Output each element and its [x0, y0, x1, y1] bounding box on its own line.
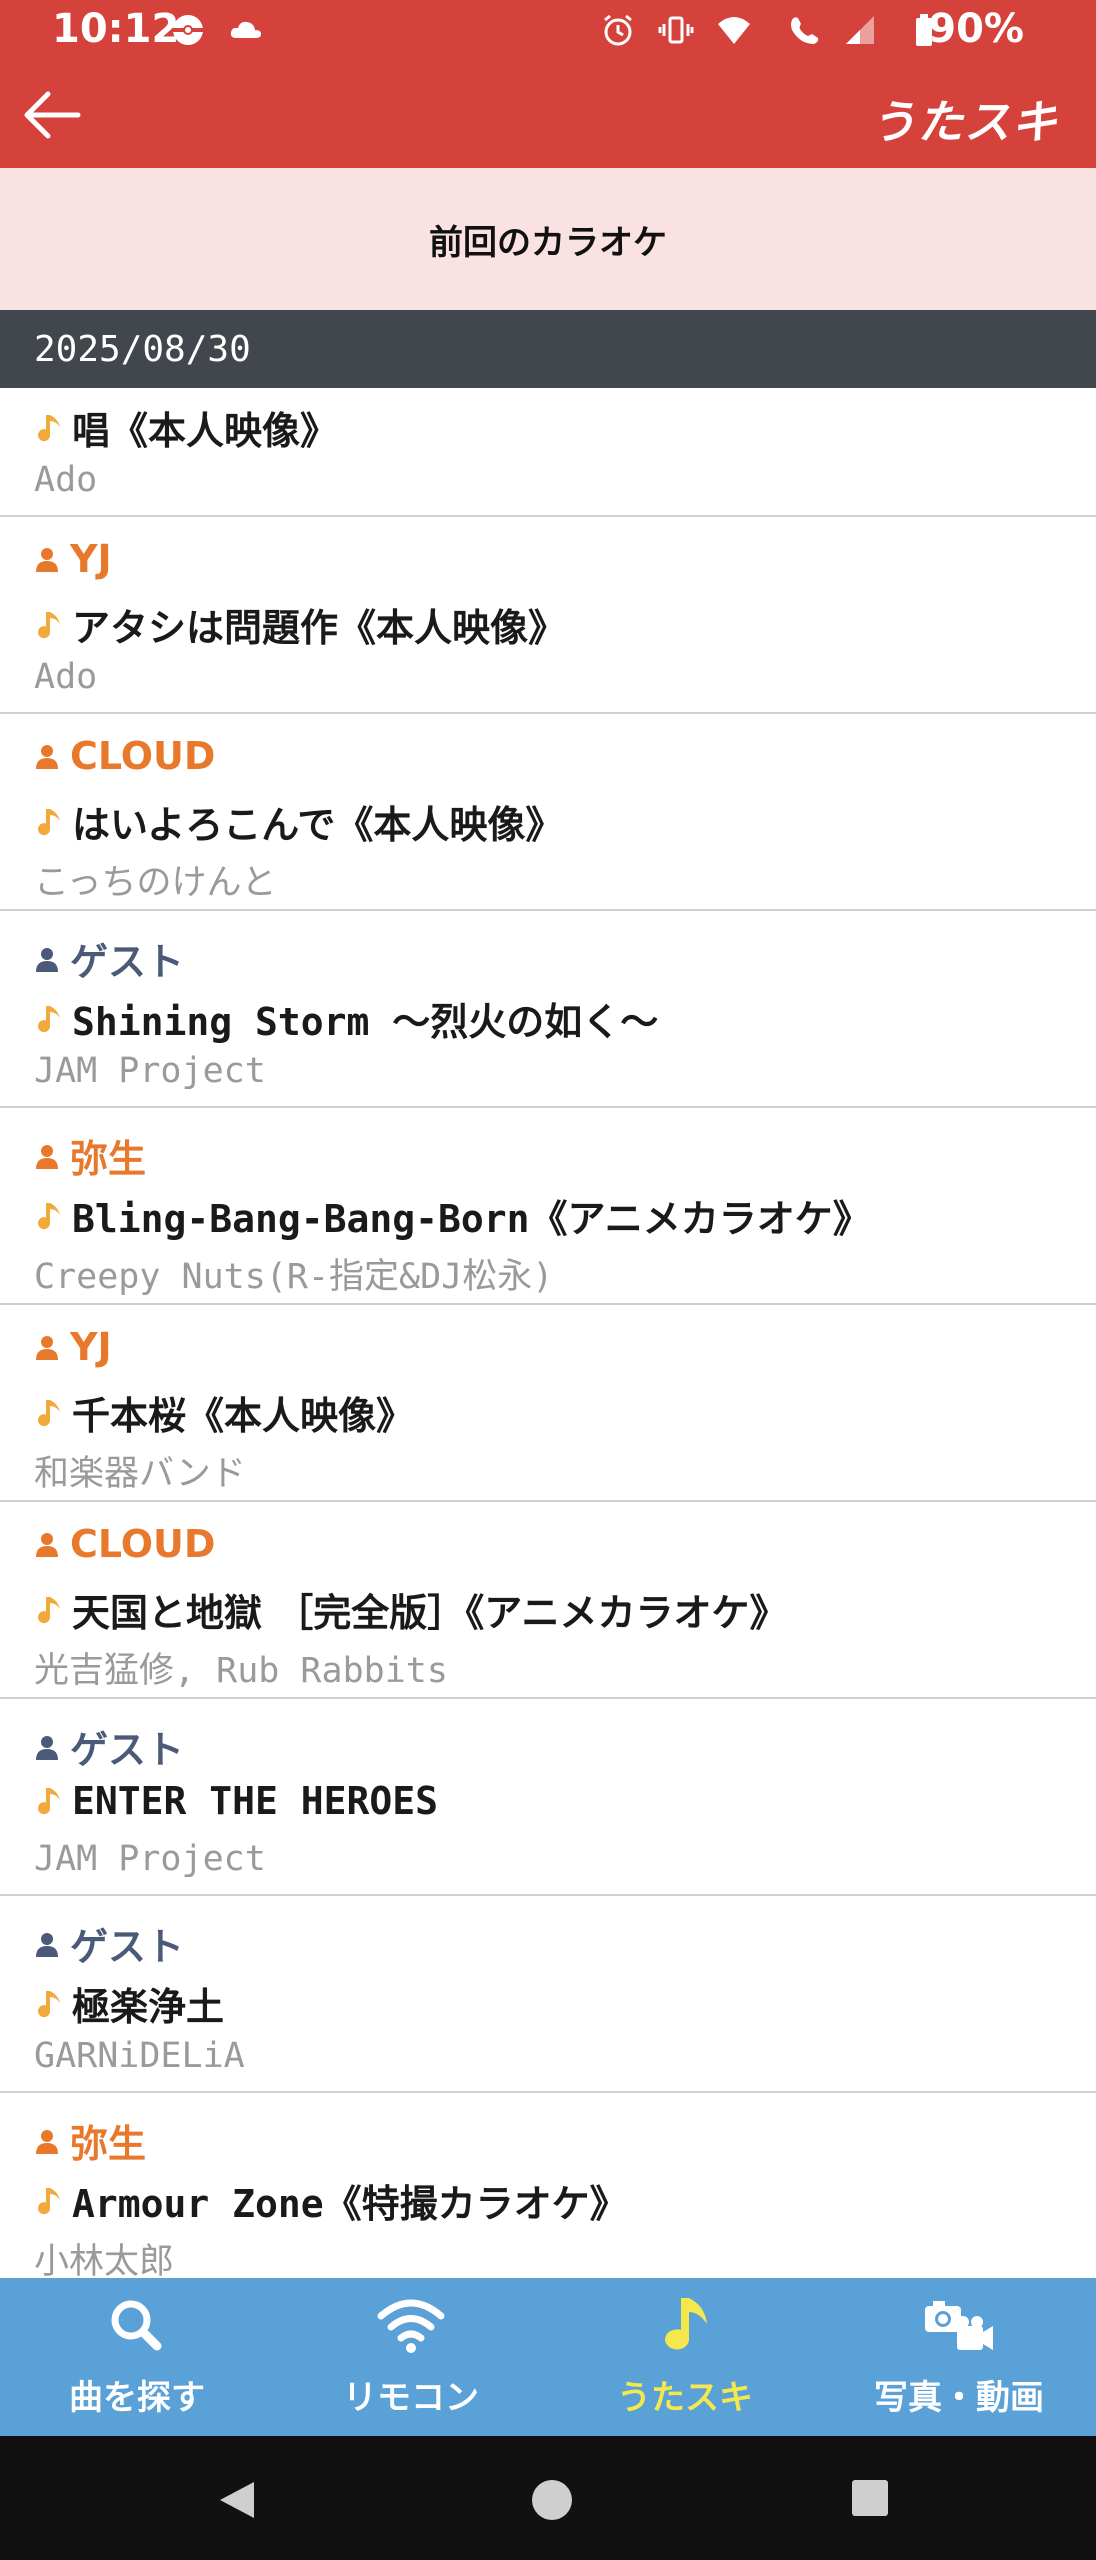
cloud-icon — [230, 21, 261, 38]
nav-label: うたスキ — [617, 2378, 753, 2418]
artist-name: JAM Project — [34, 1839, 266, 1879]
back-arrow-icon[interactable] — [18, 84, 88, 146]
nav-label: 曲を探す — [69, 2378, 205, 2418]
list-item[interactable]: YJ 千本桜《本人映像》 和楽器バンド — [0, 1305, 1096, 1502]
person-icon — [36, 548, 58, 572]
song-title: 極楽浄土 — [72, 1985, 225, 2029]
song-title: Bling-Bang-Bang-Born《アニメカラオケ》 — [72, 1197, 871, 1241]
singer-name: ゲスト — [70, 940, 185, 984]
battery-percent: 90% — [928, 6, 1024, 52]
nav-label: リモコン — [343, 2378, 479, 2418]
music-note-icon — [38, 611, 60, 638]
nav-utasuki[interactable]: うたスキ — [548, 2278, 822, 2436]
singer-name: ゲスト — [70, 1925, 185, 1969]
singer-name: 弥生 — [70, 1137, 147, 1181]
recents-square-icon[interactable] — [850, 2478, 890, 2518]
song-title: 天国と地獄 ［完全版］《アニメカラオケ》 — [72, 1591, 788, 1635]
nav-label: 写真・動画 — [874, 2378, 1044, 2418]
wifi-icon — [377, 2299, 445, 2353]
music-note-icon — [38, 1399, 60, 1426]
song-title: Shining Storm ～烈火の如く～ — [72, 1000, 659, 1044]
artist-name: Ado — [34, 460, 98, 500]
list-item[interactable]: CLOUD はいよろこんで《本人映像》 こっちのけんと — [0, 714, 1096, 911]
person-icon — [36, 1533, 58, 1557]
singer-name: CLOUD — [70, 1522, 216, 1566]
person-icon — [36, 1144, 58, 1169]
artist-name: 小林太郎 — [34, 2242, 175, 2278]
singer-name: YJ — [70, 537, 112, 581]
person-icon — [36, 1735, 58, 1760]
list-item[interactable]: 弥生 Armour Zone《特撮カラオケ》 小林太郎 — [0, 2093, 1096, 2278]
list-item[interactable]: 唱《本人映像》 Ado — [0, 388, 1096, 517]
nav-remote[interactable]: リモコン — [274, 2278, 548, 2436]
list-item[interactable]: ゲスト 極楽浄土 GARNiDELiA — [0, 1896, 1096, 2093]
singer-name: ゲスト — [70, 1728, 185, 1772]
music-note-icon — [38, 808, 60, 835]
camera-video-icon — [925, 2301, 993, 2350]
music-note-icon — [38, 2187, 60, 2214]
system-navigation-bar — [0, 2436, 1096, 2560]
history-list: 唱《本人映像》 Ado YJ アタシは問題作《本人映像》 Ado CLOUD は… — [0, 388, 1096, 2278]
signal-icon — [846, 16, 874, 44]
pokeball-icon — [173, 15, 203, 45]
song-title: はいよろこんで《本人映像》 — [72, 803, 564, 847]
music-note-icon — [38, 1788, 60, 1815]
wifi-call-icon — [791, 17, 819, 44]
list-item[interactable]: CLOUD 天国と地獄 ［完全版］《アニメカラオケ》 光吉猛修, Rub Rab… — [0, 1502, 1096, 1699]
nav-photo-video[interactable]: 写真・動画 — [822, 2278, 1096, 2436]
back-triangle-icon[interactable] — [214, 2478, 258, 2522]
date-header: 2025/08/30 — [0, 310, 1096, 388]
artist-name: GARNiDELiA — [34, 2036, 245, 2076]
wifi-status-icon — [718, 17, 750, 44]
song-title: 唱《本人映像》 — [72, 409, 339, 453]
bottom-navigation: 曲を探す リモコン うたスキ 写真・動画 — [0, 2278, 1096, 2436]
person-icon — [36, 1932, 58, 1957]
list-item[interactable]: YJ アタシは問題作《本人映像》 Ado — [0, 517, 1096, 714]
search-icon — [111, 2300, 162, 2351]
app-header: うたスキ — [0, 62, 1096, 168]
singer-name: YJ — [70, 1325, 112, 1369]
music-note-icon — [665, 2298, 707, 2350]
artist-name: Ado — [34, 657, 98, 697]
artist-name: 和楽器バンド — [34, 1454, 246, 1494]
singer-name: CLOUD — [70, 734, 216, 778]
music-note-icon — [38, 1596, 60, 1623]
person-icon — [36, 947, 58, 972]
person-icon — [36, 745, 58, 769]
person-icon — [36, 2129, 58, 2154]
page-title: 前回のカラオケ — [0, 168, 1096, 310]
music-note-icon — [38, 414, 60, 441]
song-title: アタシは問題作《本人映像》 — [72, 606, 567, 650]
status-time: 10:12 — [52, 6, 180, 52]
list-item[interactable]: 弥生 Bling-Bang-Bang-Born《アニメカラオケ》 Creepy … — [0, 1108, 1096, 1305]
music-note-icon — [38, 1005, 60, 1032]
vibrate-icon — [658, 16, 694, 44]
song-title: 千本桜《本人映像》 — [72, 1394, 415, 1438]
artist-name: Creepy Nuts(R-指定&DJ松永) — [34, 1257, 554, 1297]
brand-logo: うたスキ — [870, 95, 1058, 149]
song-title: ENTER THE HEROES — [72, 1779, 439, 1823]
list-item[interactable]: ゲスト ENTER THE HEROES JAM Project — [0, 1699, 1096, 1896]
artist-name: 光吉猛修, Rub Rabbits — [34, 1651, 448, 1691]
artist-name: JAM Project — [34, 1051, 266, 1091]
status-bar: 10:12 90% — [0, 0, 1096, 62]
list-item[interactable]: ゲスト Shining Storm ～烈火の如く～ JAM Project — [0, 911, 1096, 1108]
person-icon — [36, 1336, 58, 1360]
song-title: Armour Zone《特撮カラオケ》 — [72, 2182, 628, 2226]
nav-search[interactable]: 曲を探す — [0, 2278, 274, 2436]
music-note-icon — [38, 1202, 60, 1229]
singer-name: 弥生 — [70, 2122, 147, 2166]
music-note-icon — [38, 1990, 60, 2017]
home-circle-icon[interactable] — [530, 2478, 574, 2522]
artist-name: こっちのけんと — [34, 863, 277, 903]
alarm-icon — [604, 14, 632, 46]
